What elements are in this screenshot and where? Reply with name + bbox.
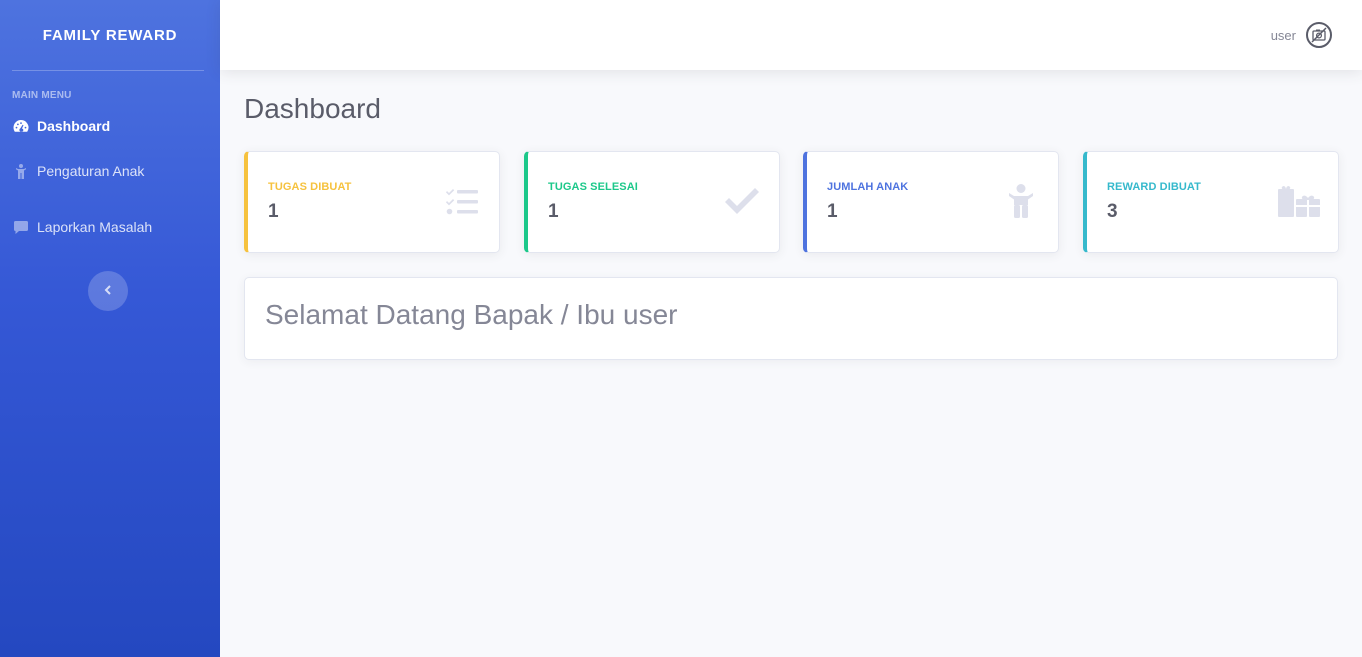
tasks-icon: [445, 184, 479, 218]
sidebar-item-label: Dashboard: [37, 118, 111, 134]
card-label: TUGAS DIBUAT: [268, 181, 352, 193]
stat-card-reward-dibuat: REWARD DIBUAT 3: [1083, 151, 1339, 253]
welcome-text: Selamat Datang Bapak / Ibu user: [265, 299, 678, 330]
no-image-avatar-icon: [1306, 22, 1332, 48]
sidebar-heading: MAIN MENU: [12, 90, 72, 101]
card-label: TUGAS SELESAI: [548, 181, 638, 193]
stat-card-jumlah-anak: JUMLAH ANAK 1: [803, 151, 1059, 253]
stat-card-tugas-dibuat: TUGAS DIBUAT 1: [244, 151, 500, 253]
user-dropdown[interactable]: user: [1271, 22, 1332, 48]
welcome-card: Selamat Datang Bapak / Ibu user: [244, 277, 1338, 360]
check-icon: [725, 184, 759, 218]
user-name: user: [1270, 27, 1296, 43]
card-value: 1: [827, 201, 838, 222]
card-value: 1: [548, 201, 559, 222]
sidebar-item-laporkan-masalah[interactable]: Laporkan Masalah: [0, 199, 220, 255]
tachometer-icon: [13, 118, 29, 134]
card-value: 3: [1107, 201, 1118, 222]
sidebar-item-label: Laporkan Masalah: [37, 219, 153, 235]
sidebar-item-label: Pengaturan Anak: [37, 163, 145, 179]
comment-icon: [13, 219, 29, 235]
card-value: 1: [268, 201, 279, 222]
brand-title[interactable]: FAMILY REWARD: [0, 0, 220, 70]
sidebar-toggle-button[interactable]: [88, 271, 128, 311]
page-title: Dashboard: [244, 93, 381, 124]
sidebar: FAMILY REWARD MAIN MENU Dashboard Pengat…: [0, 0, 220, 657]
child-icon: [13, 163, 29, 179]
card-label: JUMLAH ANAK: [827, 181, 909, 193]
gifts-icon: [1278, 184, 1320, 218]
child-icon: [1004, 184, 1038, 218]
stat-card-tugas-selesai: TUGAS SELESAI 1: [524, 151, 780, 253]
card-label: REWARD DIBUAT: [1107, 181, 1201, 193]
chevron-left-icon: [104, 282, 112, 300]
topbar: user: [220, 0, 1362, 70]
sidebar-item-pengaturan-anak[interactable]: Pengaturan Anak: [0, 143, 220, 199]
sidebar-item-dashboard[interactable]: Dashboard: [0, 109, 220, 143]
